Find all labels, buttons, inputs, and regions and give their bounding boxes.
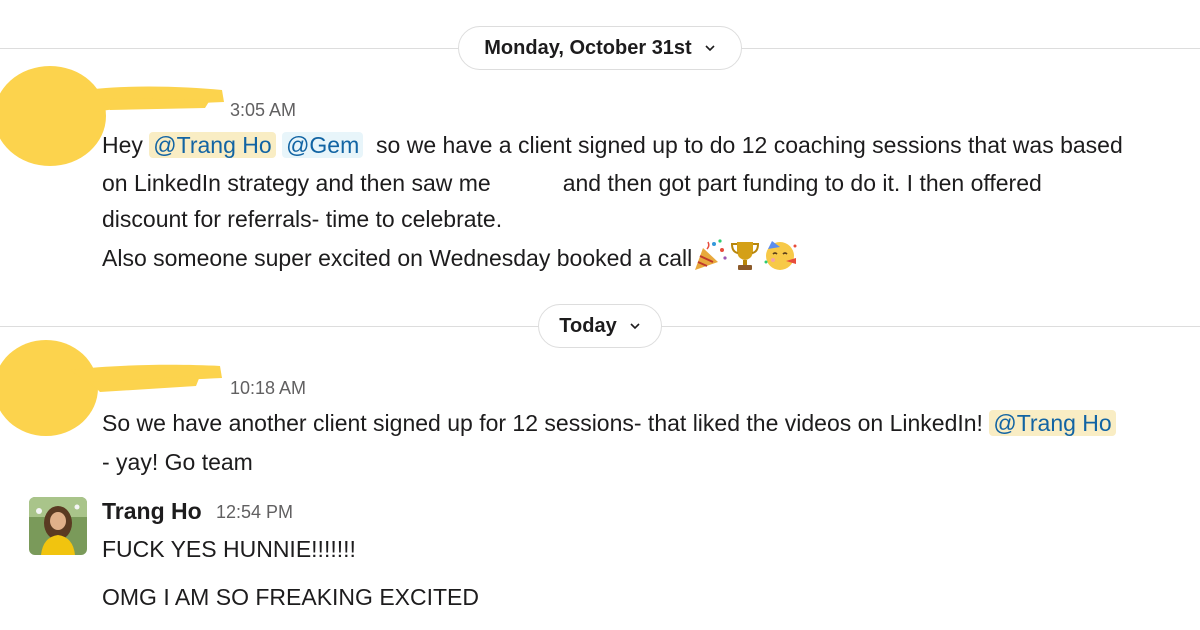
message-timestamp[interactable]: 10:18 AM — [230, 378, 306, 399]
message-text-line: on LinkedIn strategy and then saw me and … — [102, 165, 1042, 201]
chevron-down-icon — [705, 45, 715, 52]
message-text-line: discount for referrals- time to celebrat… — [102, 206, 503, 232]
party-popper-icon — [695, 239, 727, 270]
message-text: Hey — [102, 132, 150, 158]
message-text: Also someone super excited on Wednesday … — [102, 245, 693, 271]
trophy-icon — [731, 242, 760, 270]
message-pane: Monday, October 31st 3:05 AM Hey @Trang … — [0, 0, 1200, 630]
message-text: on LinkedIn strategy and then saw me — [102, 170, 491, 196]
message-author[interactable]: Trang Ho — [102, 498, 202, 525]
message-text-line: Also someone super excited on Wednesday … — [102, 238, 800, 276]
user-mention[interactable]: @Gem — [282, 132, 364, 158]
date-label: Today — [559, 314, 617, 337]
date-divider-button[interactable]: Monday, October 31st — [458, 26, 742, 70]
message-text: and then got part funding to do it. I th… — [562, 170, 1042, 196]
message-text-line: Hey @Trang Ho @Gem so we have a client s… — [102, 127, 1123, 163]
message-text-line: So we have another client signed up for … — [102, 405, 1116, 441]
message-text-line: OMG I AM SO FREAKING EXCITED — [102, 584, 479, 610]
user-mention[interactable]: @Trang Ho — [149, 132, 276, 158]
message-timestamp[interactable]: 12:54 PM — [216, 502, 293, 523]
user-photo — [29, 497, 87, 555]
message-text: So we have another client signed up for … — [102, 410, 983, 436]
message-text: so we have a client signed up to do 12 c… — [369, 132, 1123, 158]
message-text-line: - yay! Go team — [102, 449, 253, 475]
partying-face-icon — [764, 241, 797, 270]
message-timestamp[interactable]: 3:05 AM — [230, 100, 296, 121]
avatar[interactable] — [29, 497, 87, 555]
message-text-line: FUCK YES HUNNIE!!!!!!! — [102, 536, 356, 562]
date-label: Monday, October 31st — [484, 36, 692, 59]
user-mention[interactable]: @Trang Ho — [989, 410, 1116, 436]
date-divider-button[interactable]: Today — [538, 304, 662, 348]
chevron-down-icon — [630, 323, 640, 330]
